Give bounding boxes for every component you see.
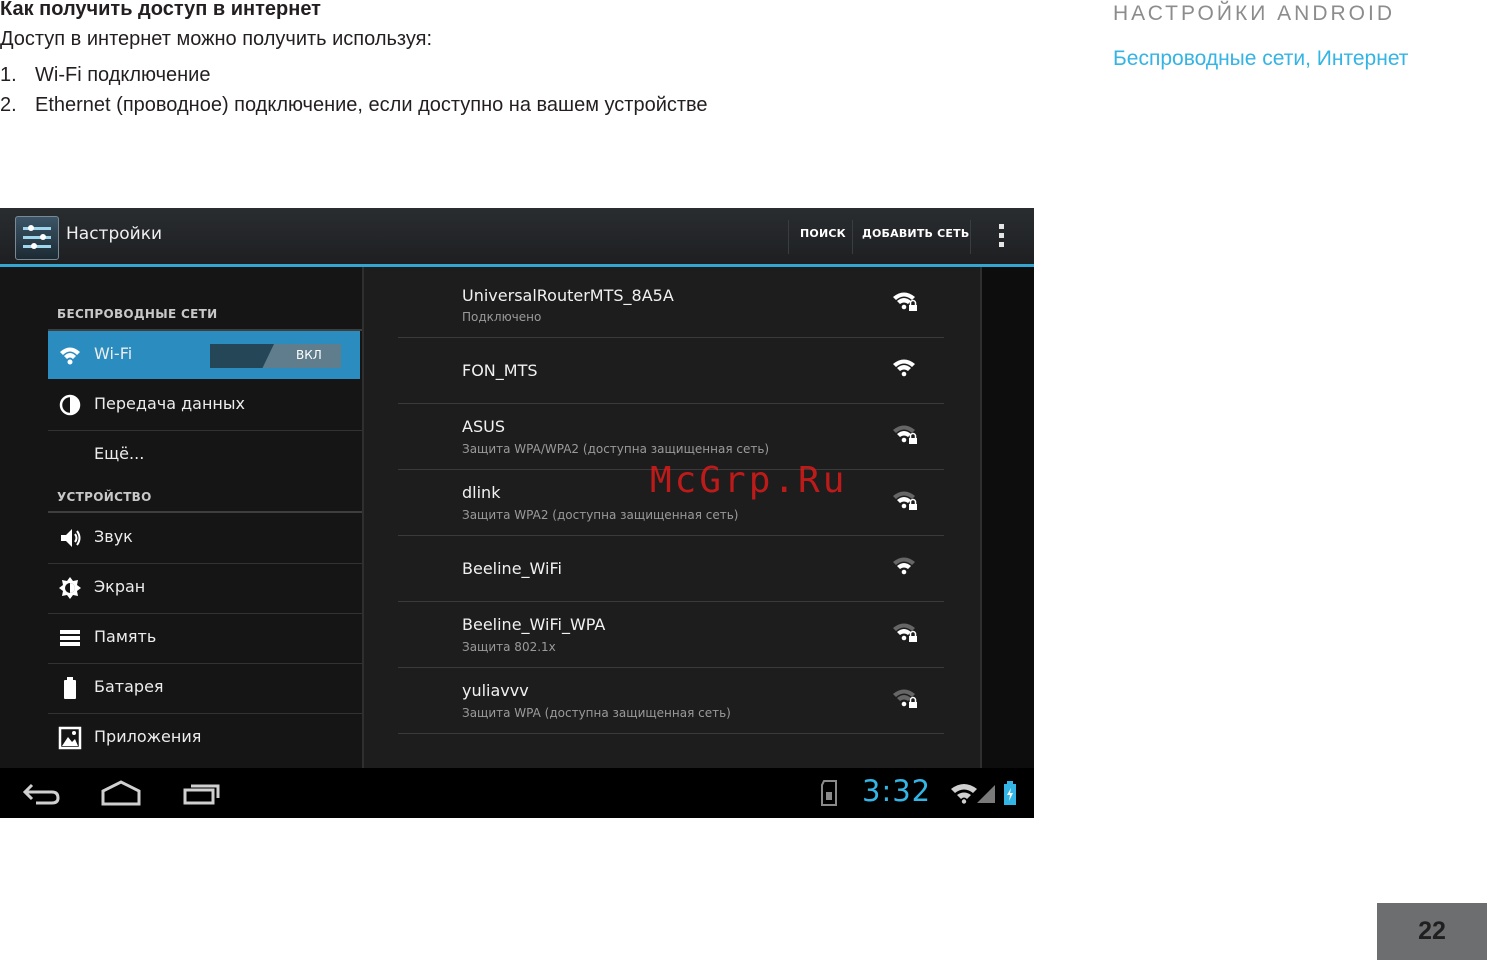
wifi-status-icon — [951, 784, 977, 804]
sidebar-item-wifi[interactable]: Wi-Fi ВКЛ — [48, 331, 360, 379]
toggle-off-area — [210, 344, 274, 368]
sidebar-item-label: Память — [94, 627, 157, 646]
wifi-signal-icon — [893, 557, 915, 575]
home-icon[interactable] — [101, 780, 141, 806]
divider — [48, 511, 362, 513]
wifi-icon — [60, 347, 80, 365]
back-icon[interactable] — [22, 782, 60, 806]
list-text: Ethernet (проводное) подключение, если д… — [35, 94, 708, 116]
network-ssid: Beeline_WiFi — [462, 559, 562, 578]
status-clock: 3:32 — [862, 774, 932, 808]
divider — [788, 220, 789, 254]
sidebar-item-battery[interactable]: Батарея — [48, 664, 360, 712]
network-ssid: dlink — [462, 483, 501, 502]
action-bar: Настройки ПОИСК ДОБАВИТЬ СЕТЬ — [0, 208, 1034, 267]
list-item: 2. Ethernet (проводное) подключение, если… — [0, 92, 708, 122]
sidebar-item-label: Звук — [94, 527, 133, 546]
network-status: Защита 802.1x — [462, 640, 556, 654]
sidebar-item-apps[interactable]: Приложения — [48, 714, 360, 762]
page-number: 22 — [1377, 903, 1487, 960]
network-status: Подключено — [462, 310, 542, 324]
wifi-signal-locked-icon — [893, 623, 917, 642]
doc-intro: Доступ в интернет можно получить использ… — [0, 28, 433, 50]
network-status: Защита WPA2 (доступна защищенная сеть) — [462, 508, 739, 522]
network-ssid: Beeline_WiFi_WPA — [462, 615, 606, 634]
sidebar-item-label: Приложения — [94, 727, 202, 746]
divider — [852, 220, 853, 254]
sidebar-item-label: Ещё... — [94, 444, 145, 463]
sidebar-item-label: Экран — [94, 577, 146, 596]
list-item: 1. Wi-Fi подключение — [0, 62, 708, 92]
network-item[interactable]: yuliavvv Защита WPA (доступна защищенная… — [398, 668, 944, 734]
sidebar-item-label: Передача данных — [94, 394, 245, 413]
sidebar-item-data-usage[interactable]: Передача данных — [48, 381, 360, 429]
wifi-signal-locked-icon — [893, 425, 917, 444]
sidebar-item-storage[interactable]: Память — [48, 614, 360, 662]
sound-icon — [61, 529, 81, 547]
sidebar-item-label: Wi-Fi — [94, 344, 133, 363]
network-item[interactable]: UniversalRouterMTS_8A5A Подключено — [398, 271, 944, 337]
network-ssid: ASUS — [462, 417, 505, 436]
network-item[interactable]: Beeline_WiFi_WPA Защита 802.1x — [398, 602, 944, 668]
network-ssid: yuliavvv — [462, 681, 529, 700]
list-text: Wi-Fi подключение — [35, 64, 211, 86]
recent-apps-icon[interactable] — [183, 781, 221, 805]
app-title: Настройки — [66, 224, 163, 244]
sidebar-item-more[interactable]: Ещё... — [48, 431, 360, 479]
doc-list: 1. Wi-Fi подключение 2. Ethernet (проводно… — [0, 62, 708, 122]
section-title: НАСТРОЙКИ ANDROID — [1113, 2, 1395, 25]
watermark: McGrp.Ru — [650, 460, 848, 501]
wifi-signal-icon — [893, 359, 915, 377]
network-ssid: UniversalRouterMTS_8A5A — [462, 286, 674, 305]
wifi-signal-locked-icon — [893, 292, 917, 311]
wifi-signal-locked-icon — [893, 491, 917, 510]
settings-sidebar: БЕСПРОВОДНЫЕ СЕТИ Wi-Fi ВКЛ Передача дан… — [0, 267, 362, 768]
sidebar-item-label: Батарея — [94, 677, 164, 696]
doc-heading: Как получить доступ в интернет — [0, 0, 321, 20]
sd-card-icon — [821, 780, 837, 806]
cell-signal-icon — [977, 785, 995, 803]
sidebar-item-display[interactable]: Экран — [48, 564, 360, 612]
network-status: Защита WPA (доступна защищенная сеть) — [462, 706, 731, 720]
network-status: Защита WPA/WPA2 (доступна защищенная сет… — [462, 442, 770, 456]
battery-status-icon — [1004, 781, 1016, 805]
add-network-button[interactable]: ДОБАВИТЬ СЕТЬ — [862, 227, 969, 240]
overflow-menu-icon[interactable] — [996, 224, 1006, 250]
network-item[interactable]: Beeline_WiFi — [398, 536, 944, 602]
list-number: 2. — [0, 94, 17, 116]
category-device: УСТРОЙСТВО — [57, 490, 152, 504]
display-icon — [59, 577, 81, 599]
search-button[interactable]: ПОИСК — [800, 227, 846, 240]
wifi-signal-locked-icon — [893, 689, 917, 708]
category-wireless: БЕСПРОВОДНЫЕ СЕТИ — [57, 307, 218, 321]
settings-app-icon[interactable] — [15, 216, 59, 260]
battery-icon — [64, 677, 76, 699]
network-ssid: FON_MTS — [462, 361, 538, 380]
wifi-toggle[interactable]: ВКЛ — [210, 344, 341, 368]
nav-bar: 3:32 — [0, 768, 1034, 818]
list-number: 1. — [0, 64, 17, 86]
data-usage-icon — [59, 394, 81, 416]
divider — [970, 220, 971, 254]
divider — [398, 733, 944, 734]
section-subtitle: Беспроводные сети, Интернет — [1113, 47, 1409, 70]
android-screenshot: Настройки ПОИСК ДОБАВИТЬ СЕТЬ БЕСПРОВОДН… — [0, 208, 1034, 818]
storage-icon — [60, 630, 80, 646]
sidebar-item-sound[interactable]: Звук — [48, 514, 360, 562]
apps-icon — [58, 726, 82, 750]
network-item[interactable]: FON_MTS — [398, 338, 944, 404]
toggle-label: ВКЛ — [296, 348, 322, 362]
